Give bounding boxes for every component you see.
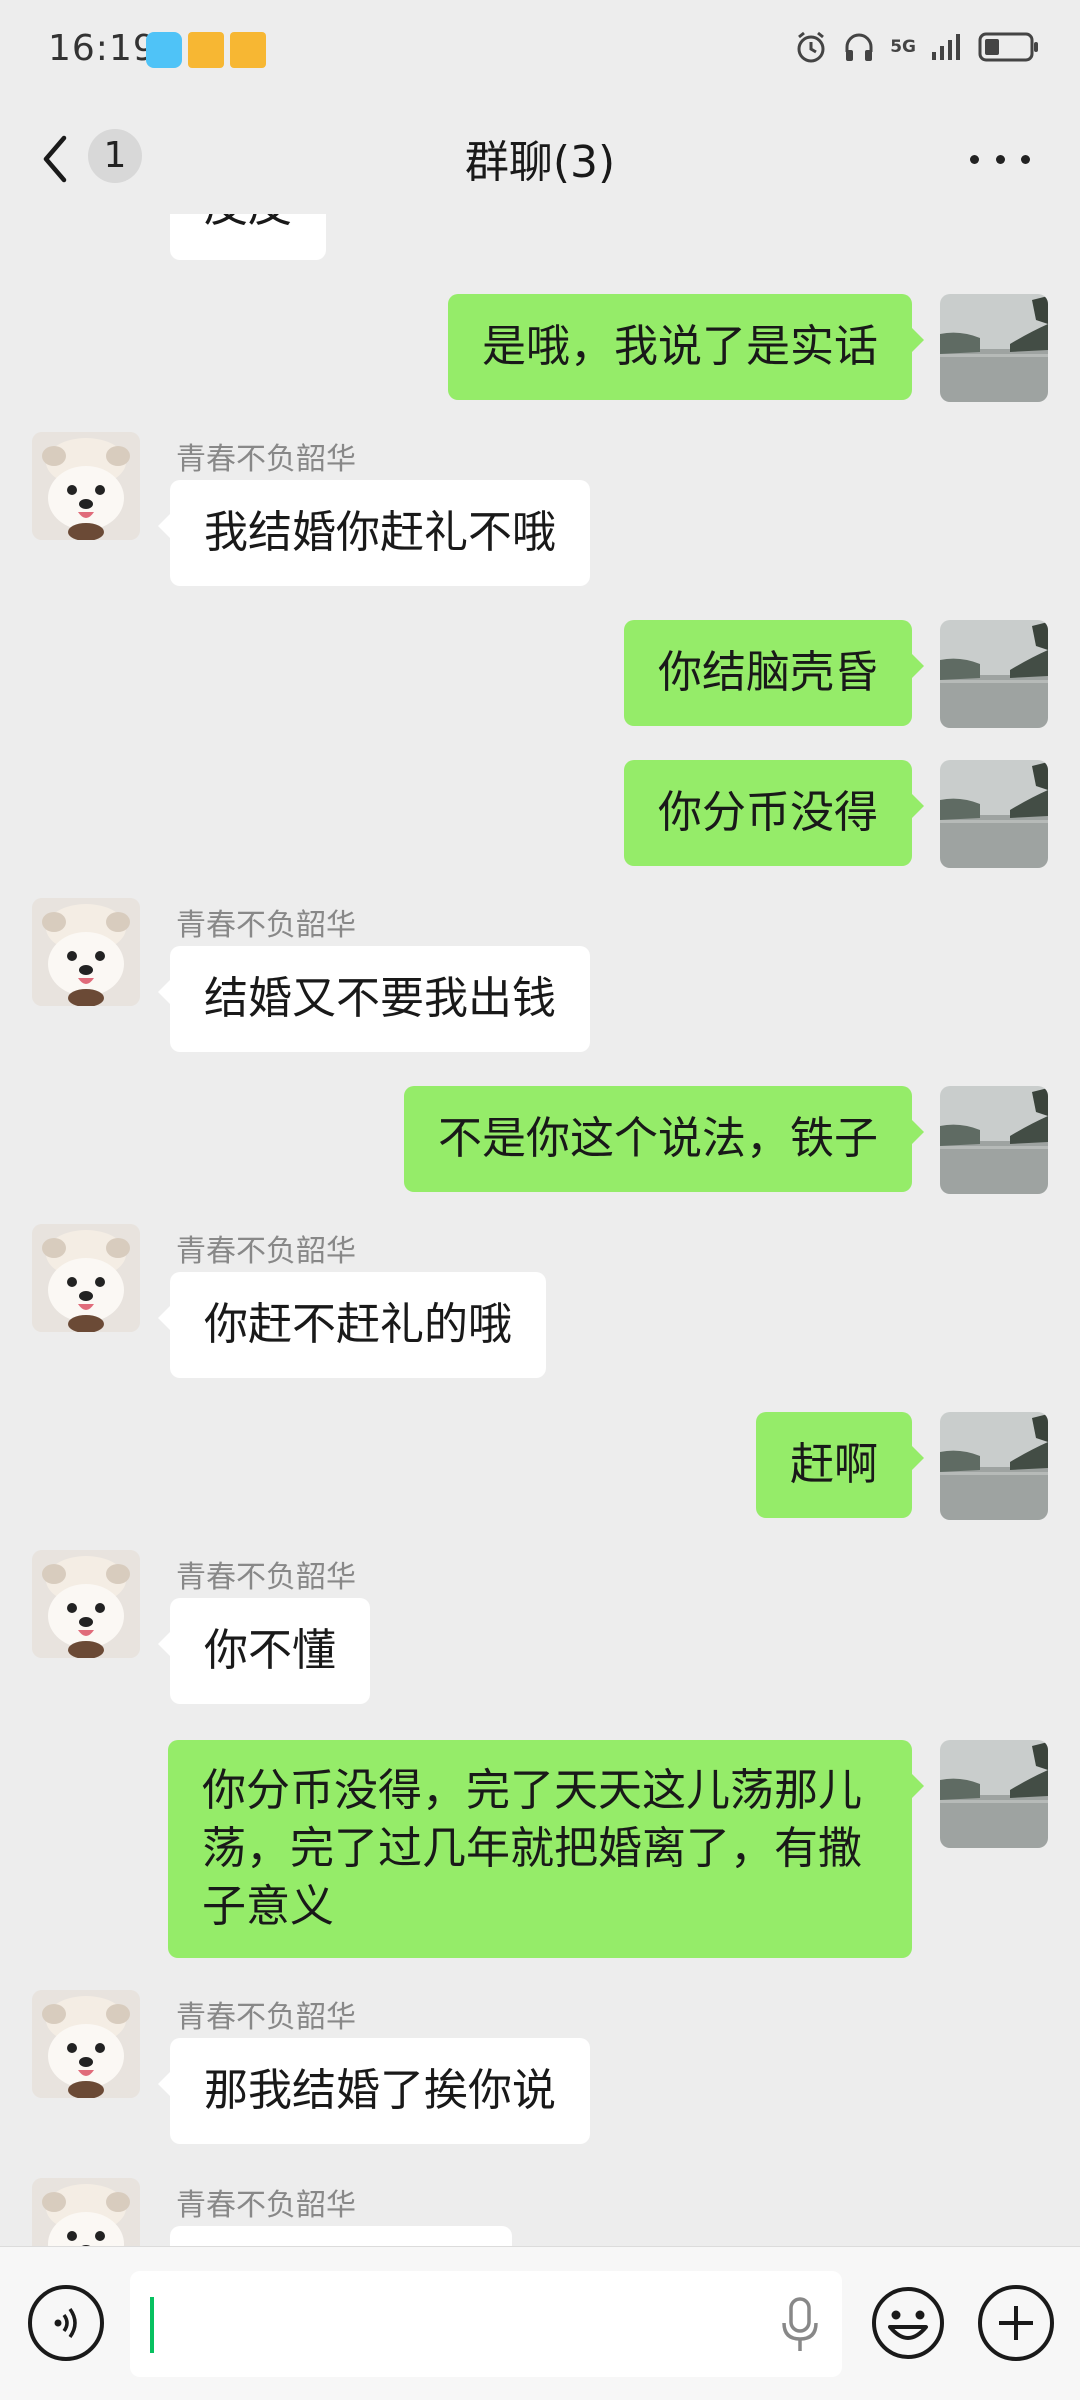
message-bubble-outgoing[interactable]: 你结脑壳昏 (624, 620, 924, 726)
voice-icon (54, 2307, 77, 2339)
status-app-icons (146, 32, 266, 68)
sender-avatar[interactable] (32, 1550, 140, 1658)
message-bubble-incoming[interactable]: 你赶不赶礼的哦 (158, 1272, 546, 1378)
more-options-button[interactable] (960, 126, 1040, 192)
message-bubble-outgoing[interactable]: 不是你这个说法，铁子 (404, 1086, 924, 1192)
battery-icon (978, 32, 1038, 62)
sender-avatar[interactable] (32, 898, 140, 1006)
message-input[interactable] (130, 2271, 842, 2377)
message-bubble-incoming[interactable] (170, 2226, 512, 2246)
mic-icon[interactable] (780, 2297, 820, 2353)
message-bubble-incoming[interactable]: 结婚又不要我出钱 (158, 946, 590, 1052)
my-avatar[interactable] (940, 1412, 1048, 1520)
my-avatar[interactable] (940, 294, 1048, 402)
sender-name: 青春不负韶华 (176, 908, 356, 943)
folder-icon (230, 32, 266, 68)
signal-icon (932, 34, 960, 60)
folder-icon (188, 32, 224, 68)
message-list[interactable]: 皮皮 是哦，我说了是实话 青春不负韶华 我结婚你赶礼不哦 你结脑壳昏 你分币没得… (0, 214, 1080, 2246)
input-bar (0, 2246, 1080, 2400)
sender-name: 青春不负韶华 (176, 2000, 356, 2035)
my-avatar[interactable] (940, 760, 1048, 868)
my-avatar[interactable] (940, 1740, 1048, 1848)
network-type: 5G (890, 37, 916, 57)
more-dots-icon (970, 154, 979, 164)
alarm-icon (797, 31, 825, 63)
message-bubble-outgoing[interactable]: 赶啊 (756, 1412, 924, 1518)
sender-name: 青春不负韶华 (176, 442, 356, 477)
sender-avatar[interactable] (32, 2178, 140, 2246)
message-bubble-incoming[interactable]: 皮皮 (170, 214, 326, 260)
message-bubble-incoming[interactable]: 我结婚你赶礼不哦 (158, 480, 590, 586)
message-bubble-outgoing[interactable]: 你分币没得 (624, 760, 924, 866)
chat-header: 1 群聊(3) (0, 104, 1080, 214)
status-indicators: 5G (794, 30, 1040, 64)
status-bar: 16:19 5G (0, 0, 1080, 104)
chat-title: 群聊(3) (464, 137, 616, 188)
voice-mode-button[interactable] (28, 2285, 104, 2361)
sender-avatar[interactable] (32, 1990, 140, 2098)
message-bubble-outgoing[interactable]: 你分币没得，完了天天这儿荡那儿荡，完了过几年就把婚离了，有撒子意义 (168, 1740, 924, 1958)
sender-avatar[interactable] (32, 432, 140, 540)
sender-name: 青春不负韶华 (176, 2188, 356, 2223)
book-icon (146, 32, 182, 68)
my-avatar[interactable] (940, 620, 1048, 728)
headphones-icon (845, 33, 873, 61)
my-avatar[interactable] (940, 1086, 1048, 1194)
sender-name: 青春不负韶华 (176, 1560, 356, 1595)
sender-name: 青春不负韶华 (176, 1234, 356, 1269)
sender-avatar[interactable] (32, 1224, 140, 1332)
text-cursor (150, 2297, 154, 2353)
message-bubble-incoming[interactable]: 那我结婚了挨你说 (158, 2038, 590, 2144)
status-time: 16:19 (48, 28, 157, 69)
message-bubble-outgoing[interactable]: 是哦，我说了是实话 (448, 294, 924, 400)
plus-icon[interactable] (978, 2285, 1054, 2361)
emoji-icon[interactable] (870, 2285, 946, 2361)
message-bubble-incoming[interactable]: 你不懂 (158, 1598, 370, 1704)
